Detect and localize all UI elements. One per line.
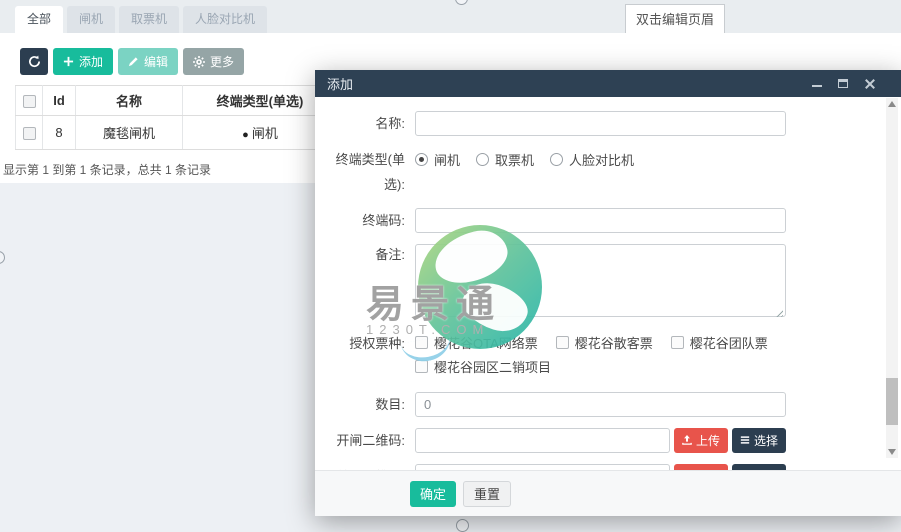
screen: 全部 闸机 取票机 人脸对比机 双击编辑页眉 添加 <box>0 0 901 532</box>
upload-icon <box>682 434 692 448</box>
top-tab-bar: 全部 闸机 取票机 人脸对比机 双击编辑页眉 <box>0 0 901 33</box>
list-icon <box>740 434 750 448</box>
ticket-checkbox-secondary[interactable]: 樱花谷园区二销项目 <box>415 357 551 376</box>
terminal-code-input[interactable] <box>415 208 786 233</box>
scroll-down-icon[interactable] <box>888 449 896 455</box>
radio-gate-control[interactable] <box>415 153 428 166</box>
radio-ticket-machine-control[interactable] <box>476 153 489 166</box>
refresh-button[interactable] <box>20 48 48 75</box>
radio-face-compare-control[interactable] <box>550 153 563 166</box>
form-row-terminal-code: 终端码: <box>315 208 901 233</box>
open-qr-upload-button[interactable]: 上传 <box>674 428 728 453</box>
tab-gate[interactable]: 闸机 <box>67 6 115 33</box>
pencil-icon <box>128 56 139 67</box>
ticket-checkbox-ota[interactable]: 樱花谷OTA网络票 <box>415 333 538 352</box>
ticket-checkbox-group[interactable]: 樱花谷团队票 <box>671 333 768 352</box>
scrollbar-thumb[interactable] <box>886 378 898 425</box>
add-dialog-title: 添加 <box>327 74 812 93</box>
radio-gate[interactable]: 闸机 <box>415 150 460 169</box>
tabs: 全部 闸机 取票机 人脸对比机 <box>15 6 267 33</box>
resize-handle-bottom[interactable] <box>456 519 469 532</box>
form-row-remark: 备注: <box>315 244 901 322</box>
close-icon[interactable] <box>864 78 875 89</box>
open-qr-input[interactable] <box>415 428 670 453</box>
add-dialog-body: 名称: 终端类型(单选): 闸机 取票机 <box>315 97 901 470</box>
radio-ticket-machine[interactable]: 取票机 <box>476 150 534 169</box>
remark-textarea[interactable] <box>415 244 786 317</box>
form-row-terminal-type: 终端类型(单选): 闸机 取票机 人脸对比机 <box>315 147 901 197</box>
resize-handle-left[interactable] <box>0 251 5 264</box>
tab-face-compare[interactable]: 人脸对比机 <box>183 6 267 33</box>
toolbar: 添加 编辑 更多 <box>20 48 244 75</box>
form-row-name: 名称: <box>315 111 901 136</box>
quantity-label: 数目: <box>315 392 405 417</box>
minimize-icon[interactable] <box>812 78 823 89</box>
open-qr-label: 开闸二维码: <box>315 428 405 453</box>
ticket-checkbox-individual[interactable]: 樱花谷散客票 <box>556 333 653 352</box>
quantity-input[interactable] <box>415 392 786 417</box>
add-button-label: 添加 <box>79 53 103 70</box>
more-button-label: 更多 <box>210 53 234 70</box>
radio-face-compare[interactable]: 人脸对比机 <box>550 150 634 169</box>
refresh-icon <box>28 55 41 68</box>
tab-all[interactable]: 全部 <box>15 6 63 33</box>
terminal-code-label: 终端码: <box>315 208 405 233</box>
form-row-quantity: 数目: <box>315 392 901 417</box>
pagination-summary: 显示第 1 到第 1 条记录，总共 1 条记录 <box>3 161 211 178</box>
form-row-tickets: 授权票种: 樱花谷OTA网络票 樱花谷散客票 樱花谷团队票 <box>315 333 901 381</box>
name-label: 名称: <box>315 111 405 136</box>
select-all-checkbox[interactable] <box>23 95 36 108</box>
terminal-table: Id 名称 终端类型(单选) 8 魔毯闸机 ●闸机 <box>15 85 338 150</box>
more-button[interactable]: 更多 <box>183 48 244 75</box>
window-controls <box>812 78 875 89</box>
column-header-id[interactable]: Id <box>43 86 76 116</box>
terminal-type-radio-group: 闸机 取票机 人脸对比机 <box>415 147 786 172</box>
form-row-open-qr: 开闸二维码: 上传 选择 <box>315 428 901 453</box>
edit-button[interactable]: 编辑 <box>118 48 178 75</box>
table-row[interactable]: 8 魔毯闸机 ●闸机 <box>16 116 338 150</box>
add-dialog-titlebar[interactable]: 添加 <box>315 70 901 97</box>
plus-icon <box>63 56 74 67</box>
cell-id: 8 <box>43 116 76 150</box>
terminal-type-label: 终端类型(单选): <box>315 147 405 197</box>
row-checkbox[interactable] <box>23 127 36 140</box>
type-dot-icon: ● <box>242 129 249 141</box>
maximize-icon[interactable] <box>838 78 849 89</box>
column-header-name[interactable]: 名称 <box>76 86 183 116</box>
scroll-up-icon[interactable] <box>888 101 896 107</box>
modal-scrollbar[interactable] <box>886 98 898 458</box>
gear-icon <box>193 56 205 68</box>
table-header-row: Id 名称 终端类型(单选) <box>16 86 338 116</box>
open-qr-choose-button[interactable]: 选择 <box>732 428 786 453</box>
header-edit-hint[interactable]: 双击编辑页眉 <box>625 4 725 35</box>
add-dialog: 添加 名称: 终端类型(单选): 闸机 <box>315 70 901 516</box>
name-input[interactable] <box>415 111 786 136</box>
tickets-label: 授权票种: <box>315 333 405 381</box>
edit-button-label: 编辑 <box>144 53 168 70</box>
cell-name: 魔毯闸机 <box>76 116 183 150</box>
confirm-button[interactable]: 确定 <box>410 481 456 507</box>
add-button[interactable]: 添加 <box>53 48 113 75</box>
remark-label: 备注: <box>315 244 405 322</box>
reset-button[interactable]: 重置 <box>463 481 511 507</box>
tab-ticket-machine[interactable]: 取票机 <box>119 6 179 33</box>
add-dialog-footer: 确定 重置 <box>315 470 901 516</box>
